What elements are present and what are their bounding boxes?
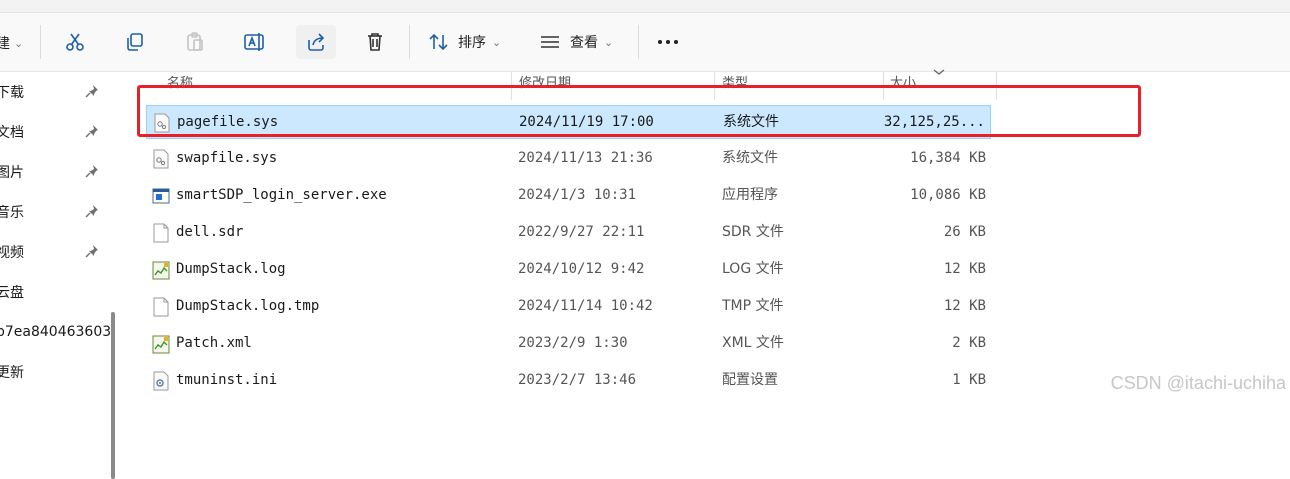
sidebar-item-music[interactable]: 音乐 (0, 192, 110, 232)
view-label: 查看 (570, 35, 598, 51)
pin-icon (85, 85, 98, 98)
toolbar-separator (409, 25, 410, 59)
sort-descending-icon (933, 69, 945, 75)
view-button[interactable]: 查看 ⌄ (534, 25, 630, 59)
file-date: 2023/2/7 13:46 (518, 372, 637, 388)
file-size: 12 KB (943, 298, 986, 314)
file-row[interactable]: tmuninst.ini 2023/2/7 13:46 配置设置 1 KB (146, 364, 991, 396)
copy-button[interactable] (116, 25, 154, 59)
application-icon (152, 188, 170, 204)
watermark-text: CSDN @itachi-uchiha (1110, 373, 1286, 393)
rename-icon (244, 33, 264, 51)
sidebar-item-label: 下载 (0, 85, 24, 101)
file-date: 2022/9/27 22:11 (518, 224, 645, 240)
view-list-icon (541, 36, 559, 48)
file-name: DumpStack.log.tmp (176, 298, 320, 314)
rename-button[interactable] (236, 25, 274, 59)
file-row[interactable]: DumpStack.log.tmp 2024/11/14 10:42 TMP 文… (146, 290, 991, 322)
sidebar-scrollbar[interactable] (111, 312, 115, 479)
red-annotation-box (137, 85, 1141, 137)
file-row[interactable]: smartSDP_login_server.exe 2024/1/3 10:31… (146, 179, 991, 211)
file-row[interactable]: dell.sdr 2022/9/27 22:11 SDR 文件 26 KB (146, 216, 991, 248)
file-type: 配置设置 (722, 372, 778, 388)
trash-icon (368, 33, 382, 51)
file-date: 2024/11/14 10:42 (518, 298, 653, 314)
scissors-icon (66, 33, 84, 51)
file-type: 系统文件 (722, 150, 778, 166)
share-icon (308, 33, 325, 51)
sidebar-item-folder[interactable]: b7ea840463603 (0, 312, 112, 352)
pin-icon (85, 205, 98, 218)
xml-file-icon (152, 335, 170, 354)
file-name: DumpStack.log (176, 261, 286, 277)
pin-icon (85, 125, 98, 138)
sidebar-item-cloud-drive[interactable]: 云盘 (0, 272, 110, 312)
new-button-label: 建 (0, 36, 10, 52)
file-row[interactable]: Patch.xml 2023/2/9 1:30 XML 文件 2 KB (146, 327, 991, 359)
share-button[interactable] (296, 25, 336, 59)
file-size: 1 KB (952, 372, 986, 388)
sidebar-item-label: 图片 (0, 165, 24, 181)
chevron-down-icon: ⌄ (14, 36, 24, 50)
sidebar-item-pictures[interactable]: 图片 (0, 152, 110, 192)
cut-button[interactable] (56, 25, 94, 59)
sidebar-item-label: 更新 (0, 365, 24, 381)
navigation-pane: 下载 文档 图片 音乐 视频 云盘 b7ea840463603 更新 (0, 72, 122, 479)
blank-file-icon (153, 223, 169, 243)
sidebar-item-label: 音乐 (0, 205, 24, 221)
file-size: 26 KB (943, 224, 986, 240)
new-button[interactable]: 建 ⌄ (0, 31, 28, 55)
sort-label: 排序 (458, 35, 486, 51)
command-bar: 建 ⌄ 排序 ⌄ 查看 ⌄ (0, 13, 1290, 72)
sidebar-item-documents[interactable]: 文档 (0, 112, 110, 152)
paste-icon (187, 32, 203, 51)
sidebar-item-label: 视频 (0, 245, 24, 261)
more-options-button[interactable] (650, 25, 686, 59)
system-file-icon (153, 149, 169, 169)
sidebar-item-downloads[interactable]: 下载 (0, 72, 110, 112)
file-type: SDR 文件 (722, 224, 784, 240)
file-name: smartSDP_login_server.exe (176, 187, 387, 203)
paste-button[interactable] (176, 25, 214, 59)
file-date: 2024/10/12 9:42 (518, 261, 645, 277)
chevron-down-icon: ⌄ (492, 35, 502, 49)
blank-file-icon (153, 297, 169, 317)
file-type: 应用程序 (722, 187, 778, 203)
toolbar-separator (638, 25, 639, 59)
pin-icon (85, 165, 98, 178)
file-name: Patch.xml (176, 335, 252, 351)
log-file-icon (152, 261, 170, 280)
sort-icon (429, 33, 448, 51)
file-size: 10,086 KB (910, 187, 986, 203)
file-row[interactable]: swapfile.sys 2024/11/13 21:36 系统文件 16,38… (146, 142, 991, 174)
sidebar-item-label: b7ea840463603 (0, 324, 112, 340)
pin-icon (85, 245, 98, 258)
chevron-down-icon: ⌄ (604, 35, 614, 49)
sidebar-item-updates[interactable]: 更新 (0, 352, 110, 392)
file-size: 12 KB (943, 261, 986, 277)
file-type: TMP 文件 (722, 298, 784, 314)
file-name: tmuninst.ini (176, 372, 278, 388)
delete-button[interactable] (356, 25, 394, 59)
sidebar-item-label: 云盘 (0, 285, 24, 301)
sidebar-item-label: 文档 (0, 125, 24, 141)
file-name: swapfile.sys (176, 150, 278, 166)
file-size: 2 KB (952, 335, 986, 351)
copy-icon (127, 33, 143, 51)
file-type: LOG 文件 (722, 261, 784, 277)
settings-file-icon (153, 371, 169, 391)
file-row[interactable]: DumpStack.log 2024/10/12 9:42 LOG 文件 12 … (146, 253, 991, 285)
file-date: 2024/11/13 21:36 (518, 150, 653, 166)
file-name: dell.sdr (176, 224, 244, 240)
sort-button[interactable]: 排序 ⌄ (424, 25, 518, 59)
file-date: 2024/1/3 10:31 (518, 187, 637, 203)
file-size: 16,384 KB (910, 150, 986, 166)
toolbar-separator (40, 25, 41, 59)
file-type: XML 文件 (722, 335, 784, 351)
sidebar-item-videos[interactable]: 视频 (0, 232, 110, 272)
more-dots-icon (658, 40, 678, 44)
window-top-strip (0, 0, 1290, 13)
file-date: 2023/2/9 1:30 (518, 335, 628, 351)
